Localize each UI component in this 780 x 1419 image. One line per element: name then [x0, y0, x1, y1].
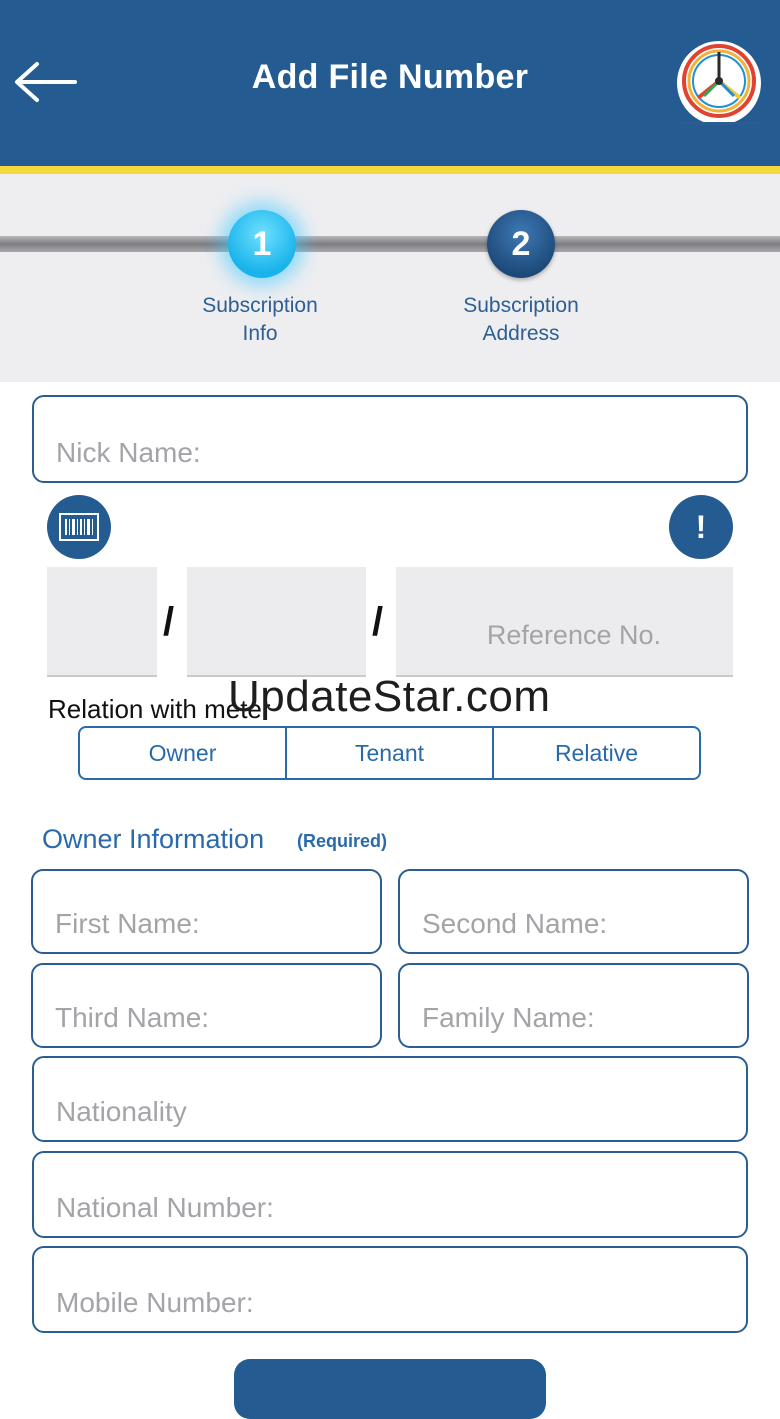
file-number-separator: / — [163, 600, 175, 644]
step-2-label: Subscription Address — [463, 294, 579, 345]
step-2-indicator[interactable]: 2 — [487, 210, 555, 278]
stepper-track — [0, 236, 780, 252]
progress-stepper: 1 Subscription Info 2 Subscription Addre… — [0, 174, 780, 382]
reference-number-placeholder: Reference No. — [486, 620, 661, 650]
relation-option-tenant[interactable]: Tenant — [285, 728, 492, 778]
mobile-number-input[interactable]: Mobile Number: — [32, 1246, 748, 1333]
next-button[interactable] — [234, 1359, 546, 1419]
nationality-select[interactable]: Nationality — [32, 1056, 748, 1142]
app-header: Add File Number — [0, 0, 780, 166]
reference-number-input[interactable]: Reference No. — [396, 567, 733, 677]
file-number-part-1-input[interactable] — [47, 567, 157, 677]
relation-option-owner[interactable]: Owner — [80, 728, 285, 778]
second-name-input[interactable]: Second Name: — [398, 869, 749, 954]
header-accent-stripe — [0, 166, 780, 174]
owner-required-note: (Required) — [297, 831, 387, 851]
nationality-placeholder: Nationality — [56, 1096, 187, 1127]
first-name-input[interactable]: First Name: — [31, 869, 382, 954]
watermark-text: UpdateStar.com — [228, 672, 551, 721]
mobile-number-placeholder: Mobile Number: — [56, 1287, 254, 1318]
step-1-label: Subscription Info — [202, 294, 318, 345]
family-name-input[interactable]: Family Name: — [398, 963, 749, 1048]
national-number-input[interactable]: National Number: — [32, 1151, 748, 1238]
first-name-placeholder: First Name: — [55, 908, 200, 939]
barcode-scan-button[interactable] — [47, 495, 111, 559]
step-1-indicator[interactable]: 1 — [228, 210, 296, 278]
second-name-placeholder: Second Name: — [422, 908, 608, 939]
barcode-icon — [59, 513, 99, 541]
file-number-part-2-input[interactable] — [187, 567, 366, 677]
utility-logo-icon — [677, 41, 761, 125]
family-name-placeholder: Family Name: — [422, 1002, 595, 1033]
national-number-placeholder: National Number: — [56, 1192, 274, 1223]
relation-option-relative[interactable]: Relative — [492, 728, 699, 778]
relation-segmented-control: Owner Tenant Relative — [78, 726, 701, 780]
info-button[interactable]: ! — [669, 495, 733, 559]
nick-name-input[interactable]: Nick Name: — [32, 395, 748, 483]
third-name-placeholder: Third Name: — [55, 1002, 210, 1033]
exclamation-icon: ! — [695, 508, 707, 545]
file-number-separator: / — [372, 600, 384, 644]
page-title: Add File Number — [251, 58, 529, 96]
third-name-input[interactable]: Third Name: — [31, 963, 382, 1048]
nick-name-placeholder: Nick Name: — [56, 437, 201, 468]
owner-section-title: Owner Information — [42, 824, 265, 854]
